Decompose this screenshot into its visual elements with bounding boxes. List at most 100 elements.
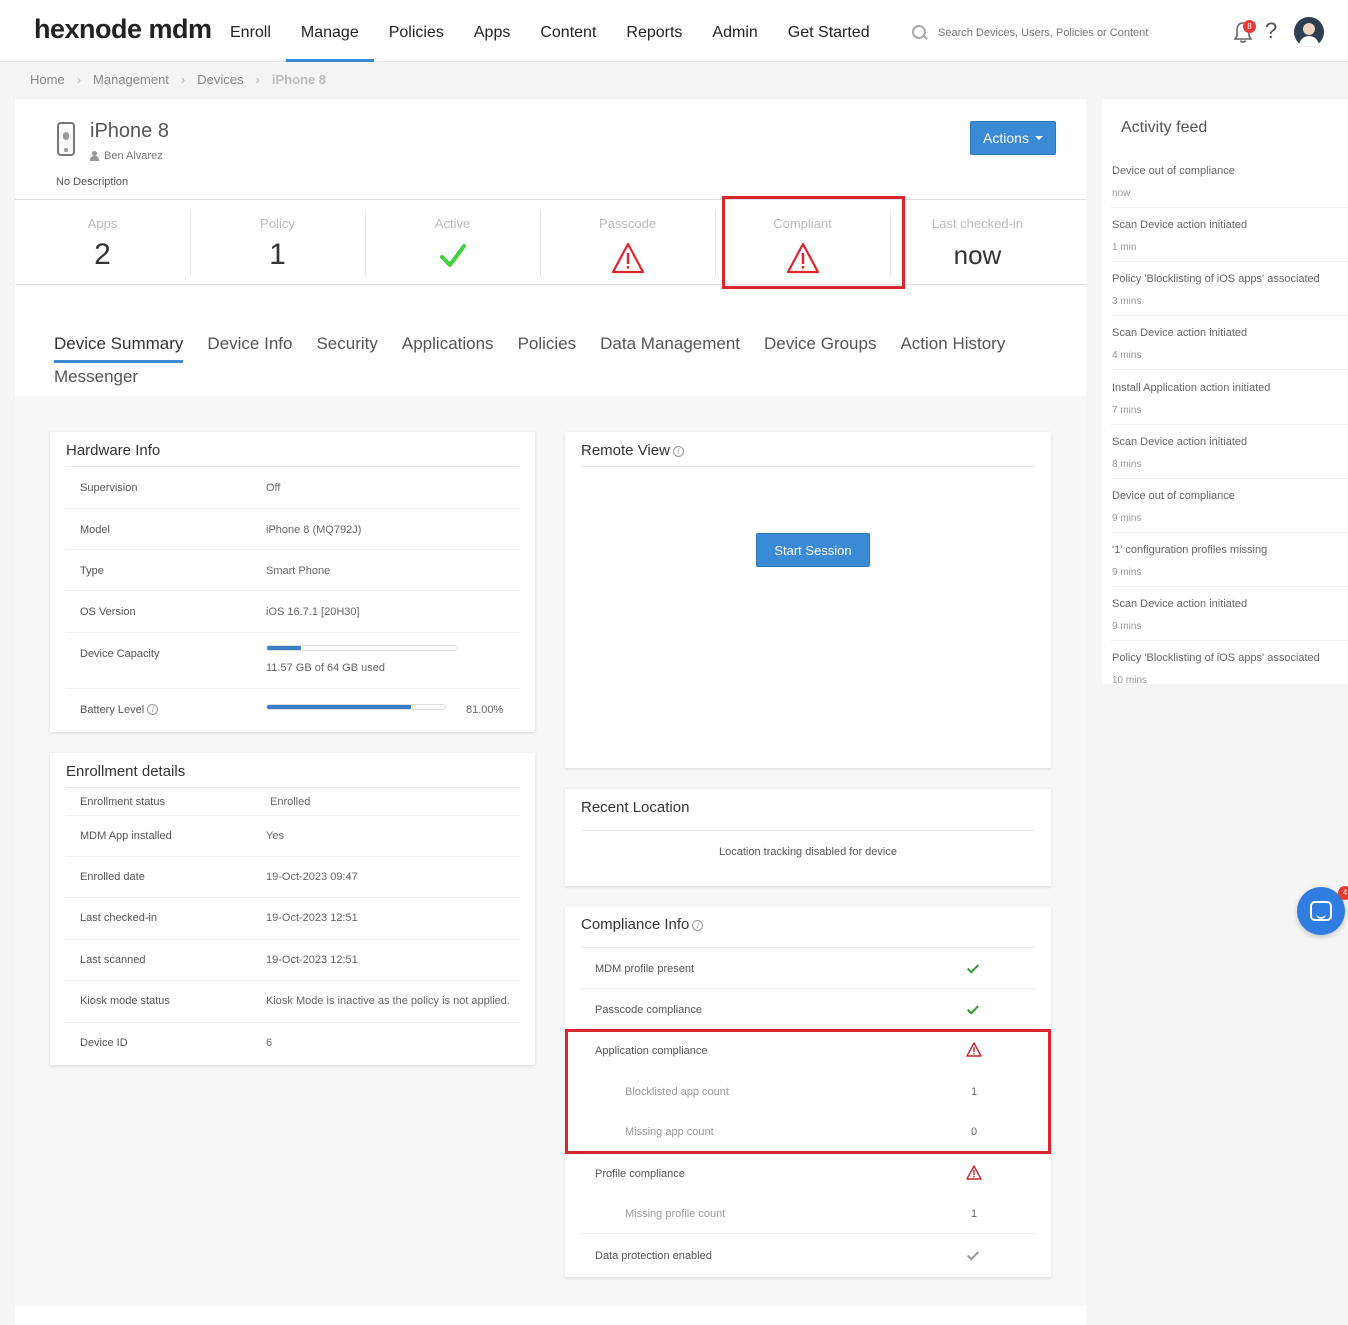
kv-value: iOS 16.7.1 [20H30] xyxy=(266,606,360,618)
check-icon xyxy=(966,1247,982,1263)
compliance-row-mdm-profile: MDM profile present xyxy=(580,948,1036,989)
info-icon[interactable]: i xyxy=(147,704,159,715)
stat-policy[interactable]: Policy 1 xyxy=(190,200,365,286)
comp-label: Passcode compliance xyxy=(595,1004,703,1016)
kv-label: Battery Level i xyxy=(80,704,159,716)
feed-item[interactable]: Scan Device action initiated 9 mins xyxy=(1111,587,1348,641)
kv-value: Kiosk Mode is inactive as the policy is … xyxy=(266,995,510,1007)
enrollment-details-card: Enrollment details Enrollment status Enr… xyxy=(50,753,535,1065)
caret-down-icon xyxy=(1034,136,1043,140)
feed-item[interactable]: Policy 'Blocklisting of iOS apps' associ… xyxy=(1111,641,1348,684)
tab-action-history[interactable]: Action History xyxy=(900,331,1005,363)
nav-reports[interactable]: Reports xyxy=(611,0,697,62)
breadcrumb-management[interactable]: Management xyxy=(93,72,169,87)
search-icon xyxy=(912,25,928,41)
hardware-row-type: Type Smart Phone xyxy=(65,550,520,591)
kv-label: OS Version xyxy=(80,606,136,618)
actions-button[interactable]: Actions xyxy=(970,121,1056,155)
apple-phone-icon xyxy=(57,122,75,156)
battery-bar xyxy=(266,704,446,710)
tab-device-groups[interactable]: Device Groups xyxy=(764,331,876,363)
check-icon xyxy=(966,1001,982,1017)
nav-manage[interactable]: Manage xyxy=(285,0,374,62)
hexnode-logo[interactable]: hexnode mdm xyxy=(34,14,212,45)
help-icon[interactable]: ? xyxy=(1265,18,1277,44)
feed-item[interactable]: Scan Device action initiated 1 min xyxy=(1111,208,1348,262)
nav-content[interactable]: Content xyxy=(525,0,611,62)
feed-item[interactable]: Scan Device action initiated 4 mins xyxy=(1111,316,1348,370)
capacity-bar-fill xyxy=(267,646,302,650)
nav-admin[interactable]: Admin xyxy=(697,0,772,62)
tab-messenger[interactable]: Messenger xyxy=(54,364,138,396)
user-icon xyxy=(90,151,99,161)
card-title: Remote View i xyxy=(581,442,684,459)
comp-label: Profile compliance xyxy=(595,1168,685,1180)
feed-time: 9 mins xyxy=(1112,513,1142,524)
info-icon[interactable]: i xyxy=(692,920,704,931)
global-search xyxy=(912,22,1192,44)
chat-badge: 4 xyxy=(1338,886,1348,900)
tab-policies[interactable]: Policies xyxy=(518,331,577,363)
nav-apps[interactable]: Apps xyxy=(459,0,525,62)
device-tabs: Device Summary Device Info Security Appl… xyxy=(54,331,1054,397)
tab-applications[interactable]: Applications xyxy=(402,331,494,363)
kv-label: MDM App installed xyxy=(80,830,172,842)
breadcrumb: Home › Management › Devices › iPhone 8 xyxy=(30,72,338,87)
card-title: Enrollment details xyxy=(66,763,186,780)
enrollment-row: Enrollment status Enrolled xyxy=(65,788,520,816)
feed-text: Scan Device action initiated xyxy=(1112,327,1248,339)
compliant-highlight-box xyxy=(722,196,905,289)
battery-bar-fill xyxy=(267,705,412,709)
tab-security[interactable]: Security xyxy=(316,331,377,363)
start-session-button[interactable]: Start Session xyxy=(756,533,870,567)
kv-value: Smart Phone xyxy=(266,565,331,577)
main-nav: Enroll Manage Policies Apps Content Repo… xyxy=(215,0,885,62)
kv-label: Supervision xyxy=(80,482,138,494)
nav-get-started[interactable]: Get Started xyxy=(773,0,885,62)
compliance-row-data-protection: Data protection enabled xyxy=(580,1235,1036,1276)
feed-text: Device out of compliance xyxy=(1112,165,1235,177)
device-user-name[interactable]: Ben Alvarez xyxy=(104,150,163,162)
feed-item[interactable]: Device out of compliance 9 mins xyxy=(1111,479,1348,533)
enrollment-row: Device ID 6 xyxy=(65,1023,520,1064)
feed-item[interactable]: Policy 'Blocklisting of iOS apps' associ… xyxy=(1111,262,1348,316)
tab-device-info[interactable]: Device Info xyxy=(207,331,292,363)
nav-policies[interactable]: Policies xyxy=(374,0,459,62)
card-title: Hardware Info xyxy=(66,442,161,459)
check-icon xyxy=(966,960,982,976)
search-input[interactable] xyxy=(938,27,1188,39)
card-title: Compliance Info i xyxy=(581,916,704,933)
breadcrumb-current: iPhone 8 xyxy=(271,72,327,87)
feed-text: Policy 'Blocklisting of iOS apps' associ… xyxy=(1112,273,1320,285)
user-avatar[interactable] xyxy=(1294,17,1324,47)
location-status-text: Location tracking disabled for device xyxy=(719,846,897,858)
stat-label: Apps xyxy=(87,216,118,231)
comp-label: Data protection enabled xyxy=(595,1250,712,1262)
breadcrumb-home[interactable]: Home xyxy=(30,72,65,87)
info-icon[interactable]: i xyxy=(672,446,684,457)
stat-label: Passcode xyxy=(598,216,657,231)
feed-time: 3 mins xyxy=(1112,296,1142,307)
stat-apps[interactable]: Apps 2 xyxy=(15,200,190,286)
feed-text: Scan Device action initiated xyxy=(1112,598,1248,610)
feed-item[interactable]: Install Application action initiated 7 mi… xyxy=(1111,371,1348,425)
device-description: No Description xyxy=(56,176,129,188)
feed-item[interactable]: '1' configuration profiles missing 9 mins xyxy=(1111,533,1348,587)
stat-last-checked-in: Last checked-in now xyxy=(890,200,1065,286)
hardware-row-os-version: OS Version iOS 16.7.1 [20H30] xyxy=(65,591,520,633)
tab-device-summary[interactable]: Device Summary xyxy=(54,331,184,363)
card-title: Recent Location xyxy=(581,799,690,816)
kv-label: Kiosk mode status xyxy=(80,995,170,1007)
enrollment-row: Last checked-in 19-Oct-2023 12:51 xyxy=(65,898,520,940)
kv-label: Device ID xyxy=(80,1037,128,1049)
tab-data-management[interactable]: Data Management xyxy=(600,331,740,363)
feed-item[interactable]: Device out of compliance now xyxy=(1111,154,1348,208)
breadcrumb-devices[interactable]: Devices xyxy=(197,72,243,87)
kv-label: Device Capacity xyxy=(80,648,160,660)
nav-enroll[interactable]: Enroll xyxy=(215,0,286,62)
hardware-row-supervision: Supervision Off xyxy=(65,467,520,509)
enrollment-row: Last scanned 19-Oct-2023 12:51 xyxy=(65,940,520,981)
feed-text: Device out of compliance xyxy=(1112,490,1235,502)
application-compliance-highlight-box xyxy=(565,1029,1051,1154)
feed-item[interactable]: Scan Device action initiated 8 mins xyxy=(1111,425,1348,479)
